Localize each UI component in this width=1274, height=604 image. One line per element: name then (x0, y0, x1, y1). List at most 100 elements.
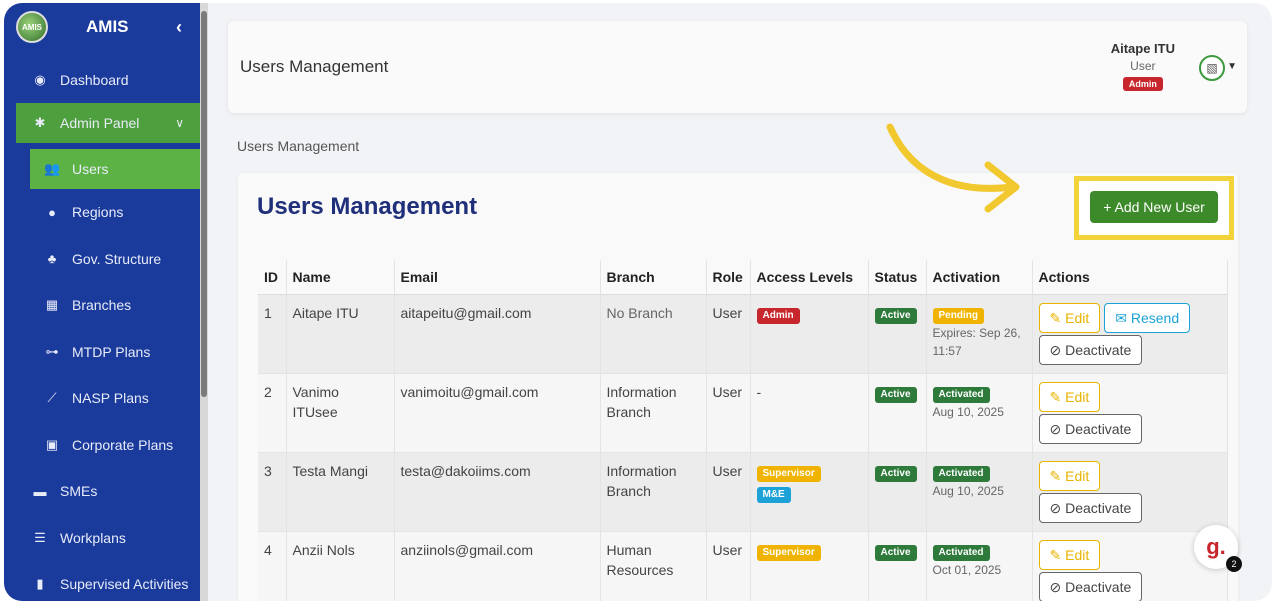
table-header-row: ID Name Email Branch Role Access Levels … (258, 260, 1228, 295)
cell-id: 1 (258, 294, 287, 374)
cell-actions: ✎ Edit ✉ Resend ⊘ Deactivate (1032, 294, 1228, 374)
sidebar-item-supervised-activities[interactable]: ▮ Supervised Activities (4, 561, 200, 601)
sidebar-item-label: Gov. Structure (72, 250, 162, 267)
sidebar-item-label: Supervised Activities (60, 576, 189, 593)
edit-button[interactable]: ✎ Edit (1038, 460, 1101, 491)
sidebar-nav: ◉ Dashboard ✱ Admin Panel ∨ 👥 Users ● Re… (4, 57, 200, 601)
access-badge-supervisor: Supervisor (756, 465, 821, 482)
cell-access: Admin (750, 294, 869, 374)
cell-role: User (706, 294, 751, 374)
sidebar-scrollbar[interactable] (200, 3, 208, 601)
app-window: AMIS AMIS ‹ ◉ Dashboard ✱ Admin Panel ∨ … (4, 3, 1272, 601)
cell-name: Anzii Nols (286, 531, 395, 601)
breadcrumb[interactable]: Users Management (237, 138, 359, 154)
chart-line-icon: ⟋ (47, 390, 57, 406)
deactivate-button[interactable]: ⊘ Deactivate (1038, 413, 1143, 444)
cell-status: Active (868, 373, 927, 453)
store-icon: ▬ (33, 483, 47, 499)
network-icon: ⊶ (45, 343, 59, 359)
activation-note: Aug 10, 2025 (932, 483, 1004, 498)
sidebar-item-label: NASP Plans (72, 390, 149, 407)
cell-activation: Pending Expires: Sep 26, 11:57 (926, 294, 1033, 374)
sidebar-item-smes[interactable]: ▬ SMEs (4, 468, 200, 515)
briefcase-icon: ▣ (45, 436, 59, 452)
edit-button[interactable]: ✎ Edit (1038, 539, 1101, 570)
cell-activation: Activated Aug 10, 2025 (926, 452, 1033, 532)
resend-button[interactable]: ✉ Resend (1104, 302, 1191, 333)
edit-button[interactable]: ✎ Edit (1038, 302, 1101, 333)
cell-status: Active (868, 531, 927, 601)
sidebar-item-users[interactable]: 👥 Users (30, 149, 200, 189)
cell-name: Testa Mangi (286, 452, 395, 532)
sidebar-item-nasp-plans[interactable]: ⟋ NASP Plans (4, 375, 200, 422)
caret-down-icon[interactable]: ▼ (1227, 61, 1237, 72)
column-header: Branch (600, 260, 707, 295)
cell-access: Supervisor (750, 531, 869, 601)
user-name: Aitape ITU (1110, 41, 1175, 56)
deactivate-button[interactable]: ⊘ Deactivate (1038, 571, 1143, 601)
cell-activation: Activated Aug 10, 2025 (926, 373, 1033, 453)
role-badge: Admin (1122, 77, 1163, 91)
column-header: ID (258, 260, 287, 295)
scrollbar-thumb[interactable] (201, 11, 207, 397)
sidebar-item-admin-panel[interactable]: ✱ Admin Panel ∨ (16, 103, 200, 143)
avatar[interactable]: ▧ (1199, 55, 1225, 81)
sidebar-item-corporate-plans[interactable]: ▣ Corporate Plans (4, 422, 200, 469)
activation-note: Aug 10, 2025 (932, 404, 1004, 419)
chevron-left-icon[interactable]: ‹ (176, 17, 182, 38)
cell-email: aitapeitu@gmail.com (394, 294, 601, 374)
deactivate-button[interactable]: ⊘ Deactivate (1038, 492, 1143, 523)
column-header: Email (394, 260, 601, 295)
column-header: Activation (926, 260, 1033, 295)
activation-badge: Activated (932, 386, 990, 403)
cell-id: 2 (258, 373, 287, 453)
status-badge: Active (874, 544, 917, 561)
app-logo: AMIS (16, 11, 48, 43)
sidebar-item-branches[interactable]: ▦ Branches (4, 282, 200, 329)
users-card: Users Management + Add New User ID Name … (238, 173, 1238, 601)
column-header: Status (868, 260, 927, 295)
cell-role: User (706, 373, 751, 453)
cell-branch: Information Branch (600, 373, 707, 453)
main-content: Users Management Aitape ITU User Admin ▧… (208, 3, 1272, 601)
notification-count-badge: 2 (1226, 556, 1242, 572)
sidebar: AMIS AMIS ‹ ◉ Dashboard ✱ Admin Panel ∨ … (4, 3, 208, 601)
activation-badge: Activated (932, 544, 990, 561)
access-badge-me: M&E (756, 486, 791, 503)
table-row: 3 Testa Mangi testa@dakoiims.com Informa… (258, 452, 1228, 532)
sidebar-item-label: SMEs (60, 483, 98, 500)
list-check-icon: ☰ (34, 529, 46, 545)
card-title: Users Management (257, 193, 478, 220)
cell-email: testa@dakoiims.com (394, 452, 601, 532)
callout-arrow-icon (886, 123, 1020, 213)
cell-actions: ✎ Edit ⊘ Deactivate (1032, 452, 1228, 532)
column-header: Actions (1032, 260, 1228, 295)
gear-icon: ✱ (34, 115, 46, 130)
cell-access: - (750, 373, 869, 453)
sidebar-item-gov-structure[interactable]: ♣ Gov. Structure (4, 236, 200, 283)
add-new-user-button[interactable]: + Add New User (1090, 191, 1218, 223)
sitemap-icon: ♣ (47, 251, 57, 267)
sidebar-item-label: Corporate Plans (72, 436, 174, 453)
sidebar-item-label: Dashboard (60, 72, 129, 88)
sidebar-item-workplans[interactable]: ☰ Workplans (4, 515, 200, 562)
column-header: Role (706, 260, 751, 295)
edit-button[interactable]: ✎ Edit (1038, 381, 1101, 412)
user-role: User (1130, 59, 1156, 73)
access-badge-admin: Admin (756, 307, 800, 324)
cell-role: User (706, 531, 751, 601)
sidebar-item-dashboard[interactable]: ◉ Dashboard (4, 57, 200, 103)
clipboard-icon: ▮ (36, 576, 44, 592)
top-header: Users Management Aitape ITU User Admin ▧… (228, 21, 1247, 113)
column-header: Access Levels (750, 260, 869, 295)
deactivate-button[interactable]: ⊘ Deactivate (1038, 334, 1143, 365)
sidebar-item-label: Admin Panel (60, 115, 140, 131)
sidebar-header: AMIS AMIS ‹ (4, 3, 200, 51)
page-title: Users Management (240, 57, 389, 76)
map-pin-icon: ● (48, 204, 56, 220)
cell-role: User (706, 452, 751, 532)
activation-note: Expires: Sep 26, 11:57 (932, 325, 1021, 358)
user-info[interactable]: Aitape ITU User Admin (1111, 41, 1175, 92)
sidebar-item-regions[interactable]: ● Regions (4, 189, 200, 236)
sidebar-item-mtdp-plans[interactable]: ⊶ MTDP Plans (4, 329, 200, 376)
